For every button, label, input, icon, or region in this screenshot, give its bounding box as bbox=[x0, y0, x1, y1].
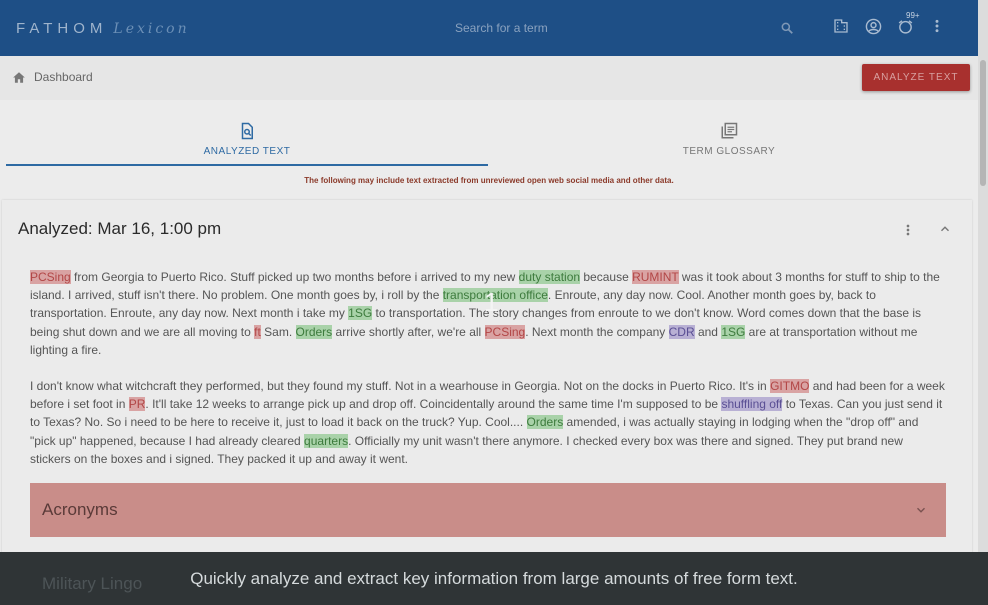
highlighted-term[interactable]: RUMINT bbox=[632, 270, 679, 284]
document-search-icon bbox=[241, 122, 253, 140]
highlighted-term[interactable]: quarters bbox=[304, 433, 349, 448]
highlighted-term[interactable]: 1SG bbox=[721, 324, 746, 339]
highlighted-term[interactable]: ft bbox=[254, 324, 261, 339]
text-segment: arrive shortly after, we're all bbox=[332, 324, 485, 339]
search-icon[interactable] bbox=[780, 21, 794, 35]
analysis-panel: Analyzed: Mar 16, 1:00 pm PCSing from Ge… bbox=[2, 200, 972, 605]
search-bar bbox=[448, 10, 808, 46]
analyze-text-button[interactable]: ANALYZE TEXT bbox=[862, 64, 970, 91]
text-segment: . It'll take 12 weeks to arrange pick up… bbox=[145, 397, 722, 412]
text-segment: because bbox=[580, 270, 633, 284]
logo-main: FATHOM bbox=[16, 20, 108, 37]
building-icon[interactable] bbox=[832, 16, 850, 36]
text-segment: Sam. bbox=[260, 324, 296, 339]
account-icon[interactable] bbox=[864, 16, 882, 36]
library-books-icon bbox=[721, 122, 738, 139]
accordion-label: Acronyms bbox=[42, 500, 118, 519]
tour-banner-text: Quickly analyze and extract key informat… bbox=[190, 569, 798, 588]
highlighted-term[interactable]: GITMO bbox=[770, 379, 810, 394]
tab-label: TERM GLOSSARY bbox=[682, 146, 776, 157]
highlighted-term[interactable]: 1SG bbox=[348, 306, 373, 321]
notifications-icon[interactable]: 99+ bbox=[896, 11, 920, 36]
tab-analyzed-text[interactable]: ANALYZED TEXT bbox=[6, 108, 488, 166]
highlighted-term[interactable]: PR bbox=[128, 397, 146, 412]
highlighted-term[interactable]: PCSing bbox=[30, 270, 71, 284]
tab-label: ANALYZED TEXT bbox=[203, 146, 291, 157]
panel-more-icon[interactable] bbox=[902, 222, 914, 238]
app-logo[interactable]: FATHOM Lexicon bbox=[16, 20, 190, 37]
disclaimer-text: The following may include text extracted… bbox=[304, 176, 674, 185]
highlighted-term[interactable]: CDR bbox=[668, 324, 695, 339]
text-segment: and bbox=[694, 324, 722, 339]
highlighted-term[interactable]: Orders bbox=[526, 415, 564, 430]
breadcrumb-label: Dashboard bbox=[34, 70, 93, 84]
more-vert-icon[interactable] bbox=[928, 16, 946, 36]
chevron-down-icon bbox=[917, 507, 925, 513]
highlighted-term[interactable]: PCSing bbox=[484, 324, 526, 339]
tour-banner: Military Lingo Quickly analyze and extra… bbox=[0, 552, 988, 605]
highlighted-term[interactable]: shuffling off bbox=[721, 397, 783, 412]
app-bar: FATHOM Lexicon 99+ bbox=[0, 0, 978, 56]
text-segment: from Georgia to Puerto Rico. Stuff picke… bbox=[70, 270, 519, 284]
chevron-up-icon[interactable] bbox=[938, 222, 952, 236]
tab-term-glossary[interactable]: TERM GLOSSARY bbox=[488, 108, 970, 166]
breadcrumb-bar: Dashboard ANALYZE TEXT bbox=[0, 56, 978, 100]
search-input[interactable] bbox=[448, 10, 808, 46]
logo-sub: Lexicon bbox=[113, 21, 190, 37]
highlighted-term[interactable]: Orders bbox=[295, 324, 333, 339]
tab-bar: ANALYZED TEXT TERM GLOSSARY bbox=[0, 108, 978, 168]
text-segment: . Next month the company bbox=[525, 324, 669, 339]
tour-step-number: 1 bbox=[484, 287, 499, 317]
home-icon bbox=[13, 71, 25, 83]
panel-title: Analyzed: Mar 16, 1:00 pm bbox=[18, 219, 222, 238]
accordion-acronyms[interactable]: Acronyms bbox=[30, 483, 946, 537]
highlighted-term[interactable]: duty station bbox=[518, 270, 581, 284]
paragraph-2: I don't know what witchcraft they perfor… bbox=[30, 377, 946, 468]
header-actions: 99+ bbox=[832, 11, 946, 36]
notification-badge: 99+ bbox=[906, 11, 920, 20]
scrollbar-thumb[interactable] bbox=[980, 60, 986, 186]
text-segment: I don't know what witchcraft they perfor… bbox=[30, 379, 771, 394]
breadcrumb[interactable]: Dashboard bbox=[12, 70, 93, 84]
